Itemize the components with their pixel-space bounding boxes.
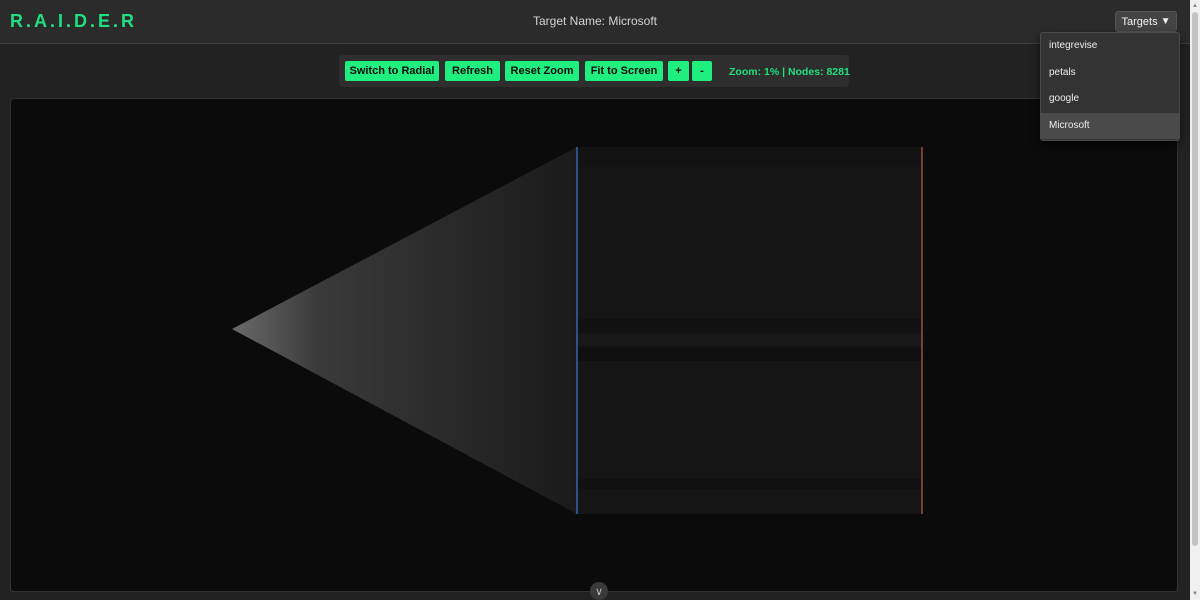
- zoom-out-button[interactable]: -: [692, 61, 712, 81]
- tree-link-fan: [232, 147, 577, 514]
- graph-toolbar: Switch to Radial Refresh Reset Zoom Fit …: [339, 55, 850, 87]
- graph-svg: [232, 147, 923, 514]
- graph-canvas[interactable]: [10, 98, 1178, 592]
- refresh-button[interactable]: Refresh: [445, 61, 500, 81]
- targets-dropdown-button[interactable]: Targets ▼: [1115, 11, 1177, 32]
- leaf-band: [577, 479, 922, 489]
- fit-to-screen-button[interactable]: Fit to Screen: [585, 61, 663, 81]
- caret-down-icon: ▼: [1160, 16, 1171, 27]
- dropdown-item-google[interactable]: google: [1041, 86, 1179, 113]
- zoom-nodes-status: Zoom: 1% | Nodes: 8281: [729, 66, 850, 78]
- page-scrollbar[interactable]: ▲ ▼: [1190, 0, 1200, 600]
- scroll-thumb[interactable]: [1192, 12, 1198, 546]
- scroll-up-arrow-icon[interactable]: ▲: [1192, 2, 1198, 10]
- targets-dropdown-menu: integrevise petals google Microsoft: [1040, 32, 1180, 141]
- switch-to-radial-button[interactable]: Switch to Radial: [345, 61, 439, 81]
- dropdown-item-petals[interactable]: petals: [1041, 60, 1179, 87]
- chevron-down-icon[interactable]: ∨: [590, 582, 608, 600]
- leaf-band: [577, 319, 922, 333]
- targets-button-label: Targets: [1121, 15, 1158, 28]
- zoom-in-button[interactable]: +: [668, 61, 689, 81]
- reset-zoom-button[interactable]: Reset Zoom: [505, 61, 579, 81]
- dropdown-item-integrevise[interactable]: integrevise: [1041, 33, 1179, 60]
- leaf-band: [577, 335, 922, 345]
- target-name-title: Target Name: Microsoft: [532, 14, 658, 28]
- leaf-band: [577, 347, 922, 361]
- leaf-band: [577, 147, 922, 167]
- scroll-down-arrow-icon[interactable]: ▼: [1192, 590, 1198, 598]
- header: R.A.I.D.E.R Target Name: Microsoft Targe…: [0, 0, 1190, 44]
- dropdown-item-microsoft[interactable]: Microsoft: [1041, 112, 1179, 139]
- app-root: R.A.I.D.E.R Target Name: Microsoft Targe…: [0, 0, 1200, 600]
